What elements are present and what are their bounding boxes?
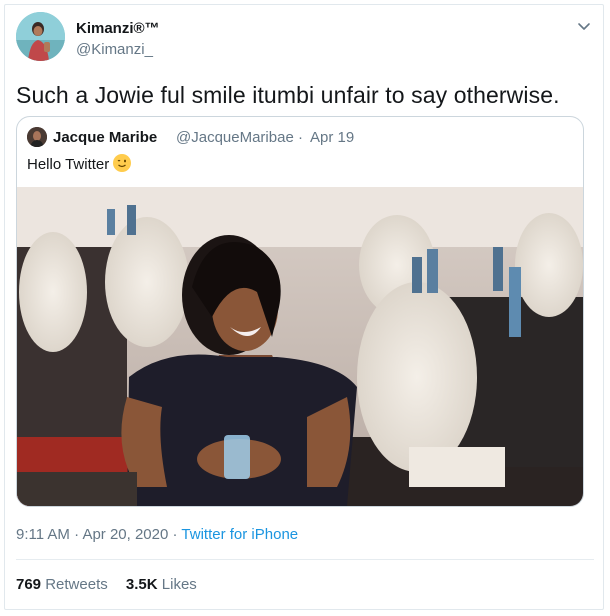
tweet-time[interactable]: 9:11 AM (16, 526, 70, 543)
tweet-date[interactable]: Apr 20, 2020 (82, 526, 168, 543)
tweet-meta: 9:11 AM · Apr 20, 2020 · Twitter for iPh… (16, 526, 298, 543)
retweets-count: 769 (16, 576, 42, 593)
event-photo[interactable] (17, 187, 583, 506)
tweet-text: Such a Jowie ful smile itumbi unfair to … (16, 82, 560, 108)
chevron-down-icon[interactable] (574, 16, 594, 36)
author-avatar[interactable] (16, 12, 65, 61)
quoted-author-handle[interactable]: @JacqueMaribae (176, 129, 294, 146)
quoted-date[interactable]: Apr 19 (310, 129, 354, 146)
likes-count: 3.5K (125, 576, 158, 593)
quoted-author-name[interactable]: Jacque Maribe (53, 129, 157, 146)
retweets-label: Retweets (45, 576, 108, 593)
author-handle[interactable]: @Kimanzi_ (76, 41, 153, 58)
likes-label: Likes (161, 576, 197, 593)
quoted-text: Hello Twitter (27, 154, 132, 173)
tweet-stats: 769 Retweets 3.5K Likes (16, 576, 211, 593)
likes-stat[interactable]: 3.5K Likes (126, 576, 197, 593)
author-name[interactable]: Kimanzi®™ (76, 20, 160, 37)
quoted-text-content: Hello Twitter (27, 156, 110, 173)
winking-face-icon (113, 154, 132, 172)
user-avatar-icon (16, 12, 65, 61)
tweet-source-link[interactable]: Twitter for iPhone (181, 526, 298, 543)
quoted-tweet[interactable]: Jacque Maribe @JacqueMaribae · Apr 19 He… (16, 116, 584, 507)
separator-dot: · (172, 526, 178, 543)
user-avatar-icon (27, 127, 47, 147)
separator-dot: · (298, 129, 303, 146)
divider (16, 559, 594, 560)
separator-dot: · (74, 526, 80, 543)
quoted-author-avatar[interactable] (27, 127, 47, 147)
retweets-stat[interactable]: 769 Retweets (16, 576, 108, 593)
